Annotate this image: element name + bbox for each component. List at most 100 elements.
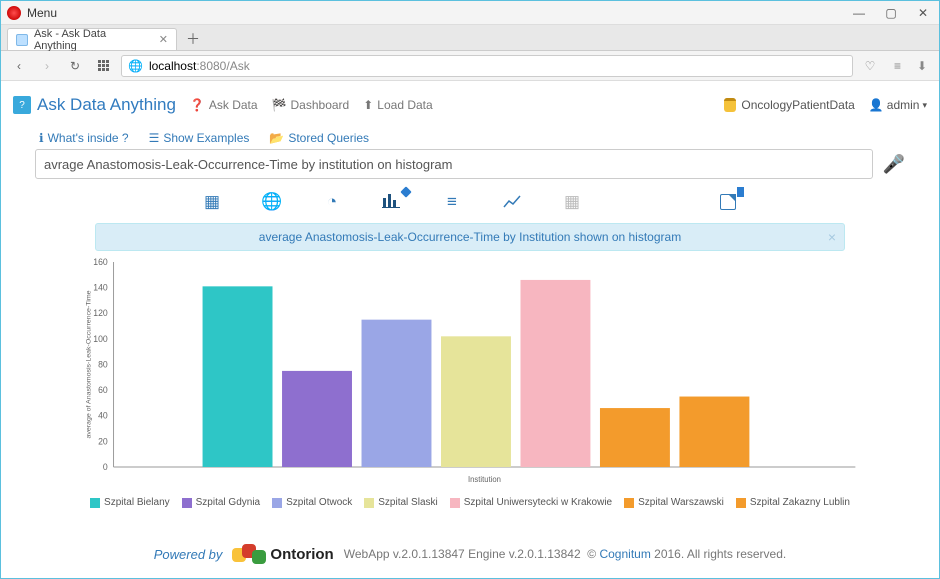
legend-swatch-icon bbox=[450, 498, 460, 508]
globe-icon: 🌐 bbox=[128, 59, 143, 73]
svg-text:120: 120 bbox=[93, 308, 108, 318]
window-minimize-button[interactable]: — bbox=[843, 1, 875, 25]
upload-icon: ⬆ bbox=[363, 98, 373, 112]
nav-dashboard[interactable]: 🏁 Dashboard bbox=[272, 98, 350, 112]
view-list-button[interactable]: ≡ bbox=[440, 190, 464, 214]
brand-logo-icon: ? bbox=[13, 96, 31, 114]
link-whats-inside[interactable]: ℹ What's inside ? bbox=[39, 131, 129, 145]
folder-open-icon: 📂 bbox=[269, 131, 284, 145]
window-close-button[interactable]: ✕ bbox=[907, 1, 939, 25]
line-chart-icon bbox=[503, 195, 521, 209]
sidebar-toggle-button[interactable]: ≡ bbox=[887, 59, 905, 73]
chevron-down-icon: ▾ bbox=[922, 100, 927, 111]
nav-forward-button[interactable]: › bbox=[37, 56, 57, 76]
user-menu[interactable]: 👤 admin ▾ bbox=[869, 98, 927, 112]
grid-icon bbox=[98, 60, 109, 71]
url-host: localhost bbox=[149, 59, 196, 73]
interpretation-banner: average Anastomosis-Leak-Occurrence-Time… bbox=[95, 223, 845, 251]
ontorion-text: Ontorion bbox=[270, 546, 333, 563]
nav-back-button[interactable]: ‹ bbox=[9, 56, 29, 76]
speed-dial-button[interactable] bbox=[93, 56, 113, 76]
ontorion-logo[interactable]: Ontorion bbox=[232, 544, 333, 564]
legend-label: Szpital Otwock bbox=[286, 497, 352, 508]
svg-text:average of Anastomosis-Leak-Oc: average of Anastomosis-Leak-Occurrence-T… bbox=[86, 290, 93, 438]
query-input[interactable] bbox=[35, 149, 873, 179]
favicon-icon bbox=[16, 34, 28, 46]
window-maximize-button[interactable]: ▢ bbox=[875, 1, 907, 25]
cognitum-link[interactable]: Cognitum bbox=[599, 547, 650, 561]
legend-item[interactable]: Szpital Gdynia bbox=[182, 497, 260, 508]
banner-close-button[interactable]: × bbox=[828, 229, 836, 245]
view-calendar-button[interactable]: ▦ bbox=[560, 190, 584, 214]
nav-load-data[interactable]: ⬆ Load Data bbox=[363, 98, 432, 112]
view-table-button[interactable]: ▦ bbox=[200, 190, 224, 214]
legend-label: Szpital Warszawski bbox=[638, 497, 724, 508]
svg-text:60: 60 bbox=[98, 385, 108, 395]
info-icon: ℹ bbox=[39, 131, 44, 145]
svg-text:100: 100 bbox=[93, 334, 108, 344]
legend-item[interactable]: Szpital Warszawski bbox=[624, 497, 724, 508]
tab-close-button[interactable]: ✕ bbox=[159, 33, 168, 46]
viz-toolbar: ▦ 🌐 ◔ ≡ ▦ bbox=[35, 185, 905, 219]
footer-version-text: WebApp v.2.0.1.13847 Engine v.2.0.1.1384… bbox=[344, 547, 787, 561]
window-titlebar: Menu — ▢ ✕ bbox=[1, 1, 939, 25]
database-icon bbox=[724, 98, 736, 112]
new-tab-button[interactable]: ＋ bbox=[181, 28, 205, 50]
opera-logo-icon bbox=[7, 6, 21, 20]
legend-swatch-icon bbox=[272, 498, 282, 508]
legend-swatch-icon bbox=[624, 498, 634, 508]
bar-chart-icon bbox=[382, 192, 402, 213]
banner-text: average Anastomosis-Leak-Occurrence-Time… bbox=[259, 230, 681, 244]
legend-item[interactable]: Szpital Zakazny Lublin bbox=[736, 497, 850, 508]
legend-item[interactable]: Szpital Otwock bbox=[272, 497, 352, 508]
view-histogram-button[interactable] bbox=[380, 190, 404, 214]
chart-area: 020406080100120140160average of Anastomo… bbox=[75, 257, 865, 508]
list-icon: ☰ bbox=[149, 131, 160, 145]
legend-label: Szpital Slaski bbox=[378, 497, 437, 508]
view-line-button[interactable] bbox=[500, 190, 524, 214]
browser-tab[interactable]: Ask - Ask Data Anything ✕ bbox=[7, 28, 177, 50]
active-indicator-icon bbox=[400, 186, 411, 197]
powered-by-label: Powered by bbox=[154, 547, 223, 562]
brand-text: Ask Data Anything bbox=[37, 95, 176, 115]
link-show-examples[interactable]: ☰ Show Examples bbox=[149, 131, 250, 145]
gauge-icon: 🏁 bbox=[272, 98, 287, 112]
window-menu-label[interactable]: Menu bbox=[27, 6, 843, 20]
svg-text:0: 0 bbox=[103, 462, 108, 472]
downloads-button[interactable]: ⬇ bbox=[913, 59, 931, 73]
view-pie-button[interactable]: ◔ bbox=[320, 190, 344, 214]
legend-swatch-icon bbox=[364, 498, 374, 508]
note-icon bbox=[720, 194, 736, 210]
legend-item[interactable]: Szpital Slaski bbox=[364, 497, 437, 508]
bookmark-heart-button[interactable]: ♡ bbox=[861, 59, 879, 73]
question-icon: ❓ bbox=[190, 98, 205, 112]
legend-swatch-icon bbox=[182, 498, 192, 508]
app-brand[interactable]: ? Ask Data Anything bbox=[13, 95, 176, 115]
save-note-button[interactable] bbox=[716, 190, 740, 214]
legend-label: Szpital Bielany bbox=[104, 497, 170, 508]
legend-item[interactable]: Szpital Bielany bbox=[90, 497, 170, 508]
nav-reload-button[interactable]: ↻ bbox=[65, 56, 85, 76]
link-stored-queries[interactable]: 📂 Stored Queries bbox=[269, 131, 369, 145]
tab-title: Ask - Ask Data Anything bbox=[34, 28, 151, 52]
svg-text:Institution: Institution bbox=[468, 475, 501, 484]
browser-tabstrip: Ask - Ask Data Anything ✕ ＋ bbox=[1, 25, 939, 51]
legend-item[interactable]: Szpital Uniwersytecki w Krakowie bbox=[450, 497, 612, 508]
bookmark-tag-icon bbox=[737, 187, 744, 197]
svg-text:20: 20 bbox=[98, 436, 108, 446]
microphone-button[interactable]: 🎤 bbox=[883, 154, 905, 175]
view-map-button[interactable]: 🌐 bbox=[260, 190, 284, 214]
address-bar[interactable]: 🌐 localhost:8080/Ask bbox=[121, 55, 853, 77]
legend-label: Szpital Gdynia bbox=[196, 497, 260, 508]
histogram-chart: 020406080100120140160average of Anastomo… bbox=[75, 257, 865, 492]
legend-swatch-icon bbox=[90, 498, 100, 508]
page-footer: Powered by Ontorion WebApp v.2.0.1.13847… bbox=[13, 530, 927, 578]
svg-text:140: 140 bbox=[93, 282, 108, 292]
legend-swatch-icon bbox=[736, 498, 746, 508]
nav-ask-data[interactable]: ❓ Ask Data bbox=[190, 98, 258, 112]
legend-label: Szpital Zakazny Lublin bbox=[750, 497, 850, 508]
svg-text:160: 160 bbox=[93, 257, 108, 267]
chart-legend: Szpital Bielany Szpital Gdynia Szpital Otw… bbox=[75, 497, 865, 508]
datasource-selector[interactable]: OncologyPatientData bbox=[724, 98, 854, 112]
app-navbar: ? Ask Data Anything ❓ Ask Data 🏁 Dashboa… bbox=[13, 89, 927, 121]
